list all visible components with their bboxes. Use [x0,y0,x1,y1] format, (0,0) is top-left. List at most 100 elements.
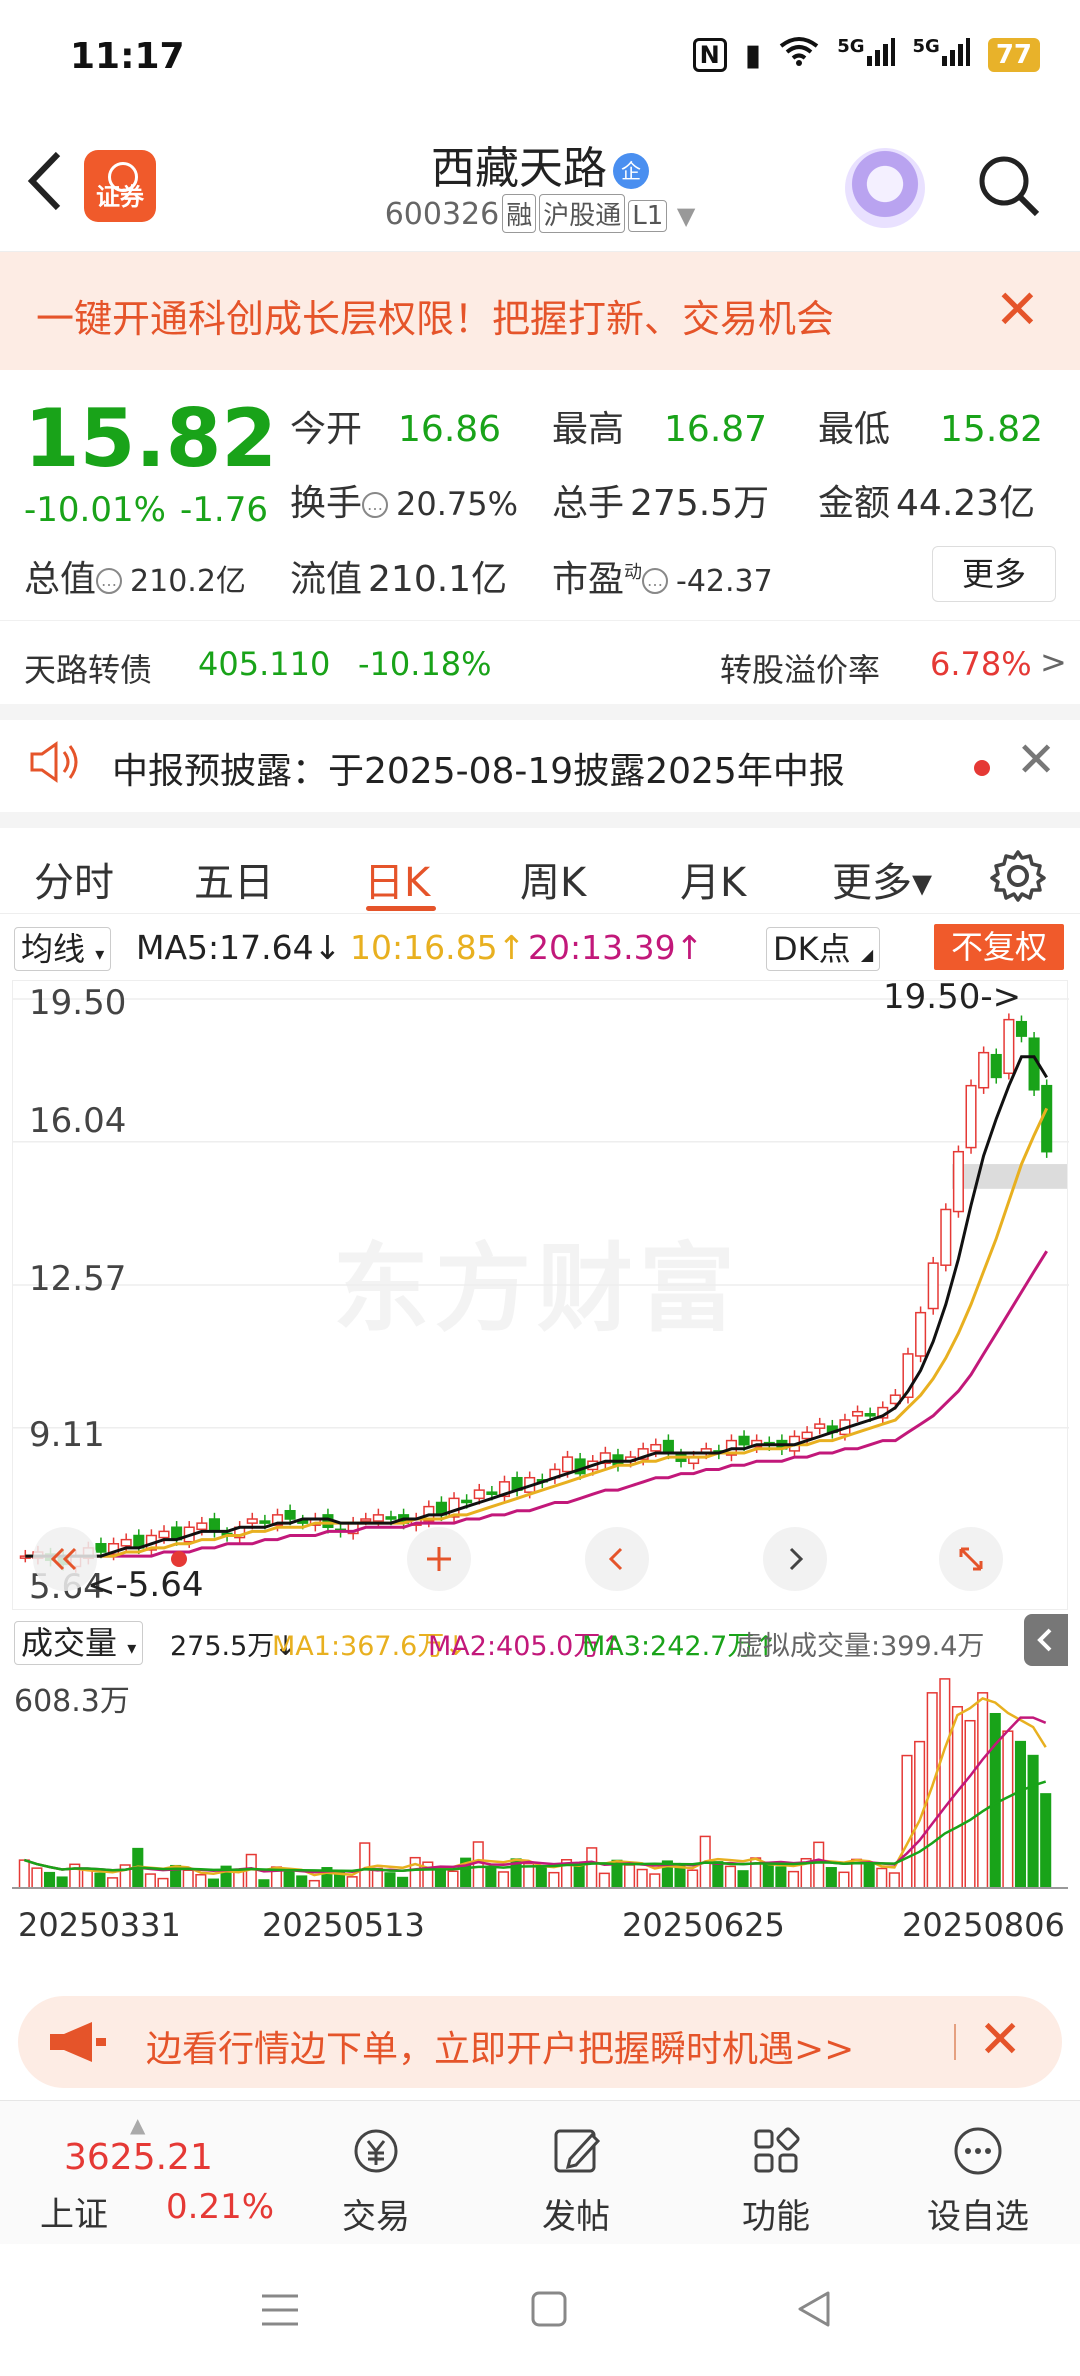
signal-5g-icon: 5G [837,36,895,74]
assistant-robot-icon[interactable] [845,148,925,228]
ma20-value: 20:13.39↑ [528,928,704,967]
event-dot[interactable] [171,1551,187,1567]
tab-monthly-k[interactable]: 月K [680,850,746,908]
volume-bar [598,1872,610,1889]
candle-body [650,1443,662,1452]
vol-ma1-line [23,1697,1047,1877]
high-label: 最高 [552,409,625,450]
date-label-1: 20250331 [18,1906,181,1944]
volume-bar [497,1871,510,1889]
stock-name: 西藏天路 [431,143,607,194]
tab-weekly-k[interactable]: 周K [520,850,586,908]
y-tick-4: 9.11 [29,1415,105,1455]
tag-margin: 融 [502,194,537,233]
gap-zone [952,1164,1067,1189]
change-value: -1.76 [180,490,268,530]
tab-intraday[interactable]: 分时 [34,850,114,908]
candle [826,1419,838,1439]
candle [599,1446,611,1470]
dk-label: DK点 [773,930,851,968]
candle-body [385,1516,397,1520]
promo-close-button[interactable]: ✕ [995,278,1040,341]
tag-connect: 沪股通 [539,194,626,233]
candle [965,1079,977,1154]
candle [347,1516,359,1540]
ad-close-button[interactable]: ✕ [978,2010,1022,2070]
amount-label: 金额 [818,483,891,524]
candle-body [284,1509,296,1520]
volume-bar [901,1754,913,1889]
system-nav-bar [0,2244,1080,2376]
chevron-right-icon [789,1547,804,1571]
prev-button[interactable] [585,1527,649,1591]
volume-bar [737,1870,749,1889]
menu-icon[interactable] [260,2292,300,2328]
candle-body [927,1262,939,1310]
volume-bar [687,1869,699,1889]
tab-daily-k[interactable]: 日K [364,850,430,908]
kline-chart[interactable]: 东方财富 19.50 16.04 12.57 9.11 5.64 19.50->… [12,977,1069,1610]
date-label-4: 20250806 [902,1906,1065,1944]
nav-add-watchlist[interactable]: 设自选 [908,2121,1048,2238]
pe-label: 市盈 [552,559,625,600]
signal-5g-icon-2: 5G [913,36,970,74]
fullscreen-button[interactable] [939,1527,1003,1591]
dk-selector[interactable]: DK点 ◢ [766,924,881,971]
candle [978,1046,990,1094]
pe-value: -42.37 [676,564,773,599]
open-field: 今开 16.86 [290,400,501,452]
nav-functions[interactable]: 功能 [706,2121,846,2238]
search-button[interactable] [975,152,1041,218]
account-ad-banner[interactable]: 边看行情边下单，立即开户把握瞬时机遇>> ✕ [18,1996,1062,2088]
index-value[interactable]: 3625.21 [64,2137,213,2178]
candle-body [561,1456,574,1473]
vol-virtual: 虚拟成交量:399.4万 [736,1631,985,1662]
zoom-in-button[interactable] [407,1527,471,1591]
candle [1003,1013,1015,1080]
candle-body [852,1410,864,1417]
volume-bar [182,1869,194,1889]
ma5-line [25,1055,1048,1558]
home-icon[interactable] [530,2290,568,2328]
tab-more[interactable]: 更多▾ [832,850,932,908]
volume-selector[interactable]: 成交量 ▾ [14,1618,144,1665]
convertible-bond-row[interactable]: 天路转债 405.110 -10.18% 转股溢价率 6.78% > [0,620,1080,704]
unread-dot [974,760,990,776]
volume-svg [12,1678,1068,1889]
mktcap-field: 总值… 210.2亿 [24,550,246,602]
adjust-button[interactable]: 不复权 [934,924,1064,970]
vibrate-icon: ▮ [744,37,762,73]
candle [990,1048,1002,1084]
volume-bar [1040,1793,1052,1889]
nav-trade-label: 交易 [342,2197,410,2237]
volume-bar [107,1877,119,1889]
rewind-button[interactable] [33,1527,97,1591]
collapse-tab[interactable] [1024,1614,1068,1666]
indicator-selector[interactable]: 均线 ▾ [14,924,112,971]
info-icon: … [362,492,389,518]
volume-bar [674,1864,686,1889]
notice-close-button[interactable]: ✕ [1016,732,1056,788]
promo-banner[interactable]: 一键开通科创成长层权限！把握打新、交易机会 ✕ [0,252,1080,370]
volume-bar [775,1866,787,1889]
candle-body [814,1423,826,1429]
more-dots-icon [954,2127,1002,2175]
next-button[interactable] [763,1527,827,1591]
volume-bar [258,1879,270,1889]
nav-post[interactable]: 发帖 [506,2121,646,2238]
ma10-line [25,1107,1049,1558]
more-button[interactable]: 更多 [932,546,1056,602]
date-label-3: 20250625 [622,1906,785,1944]
volume-value: 275.5万 [630,483,770,524]
candle [1015,1015,1028,1043]
tab-five-day[interactable]: 五日 [194,850,274,908]
volume-bar [18,1859,30,1889]
back-nav-icon[interactable] [796,2290,832,2328]
index-change: 0.21% [166,2187,275,2227]
gear-icon[interactable] [990,848,1046,904]
nav-trade[interactable]: 交易 [306,2121,446,2238]
notice-bar[interactable]: 中报预披露：于2025-08-19披露2025年中报 ✕ [0,712,1080,812]
expand-icon [959,1547,983,1571]
low-label: 最低 [818,409,891,450]
volume-chart[interactable]: 608.3万 [12,1666,1068,1896]
